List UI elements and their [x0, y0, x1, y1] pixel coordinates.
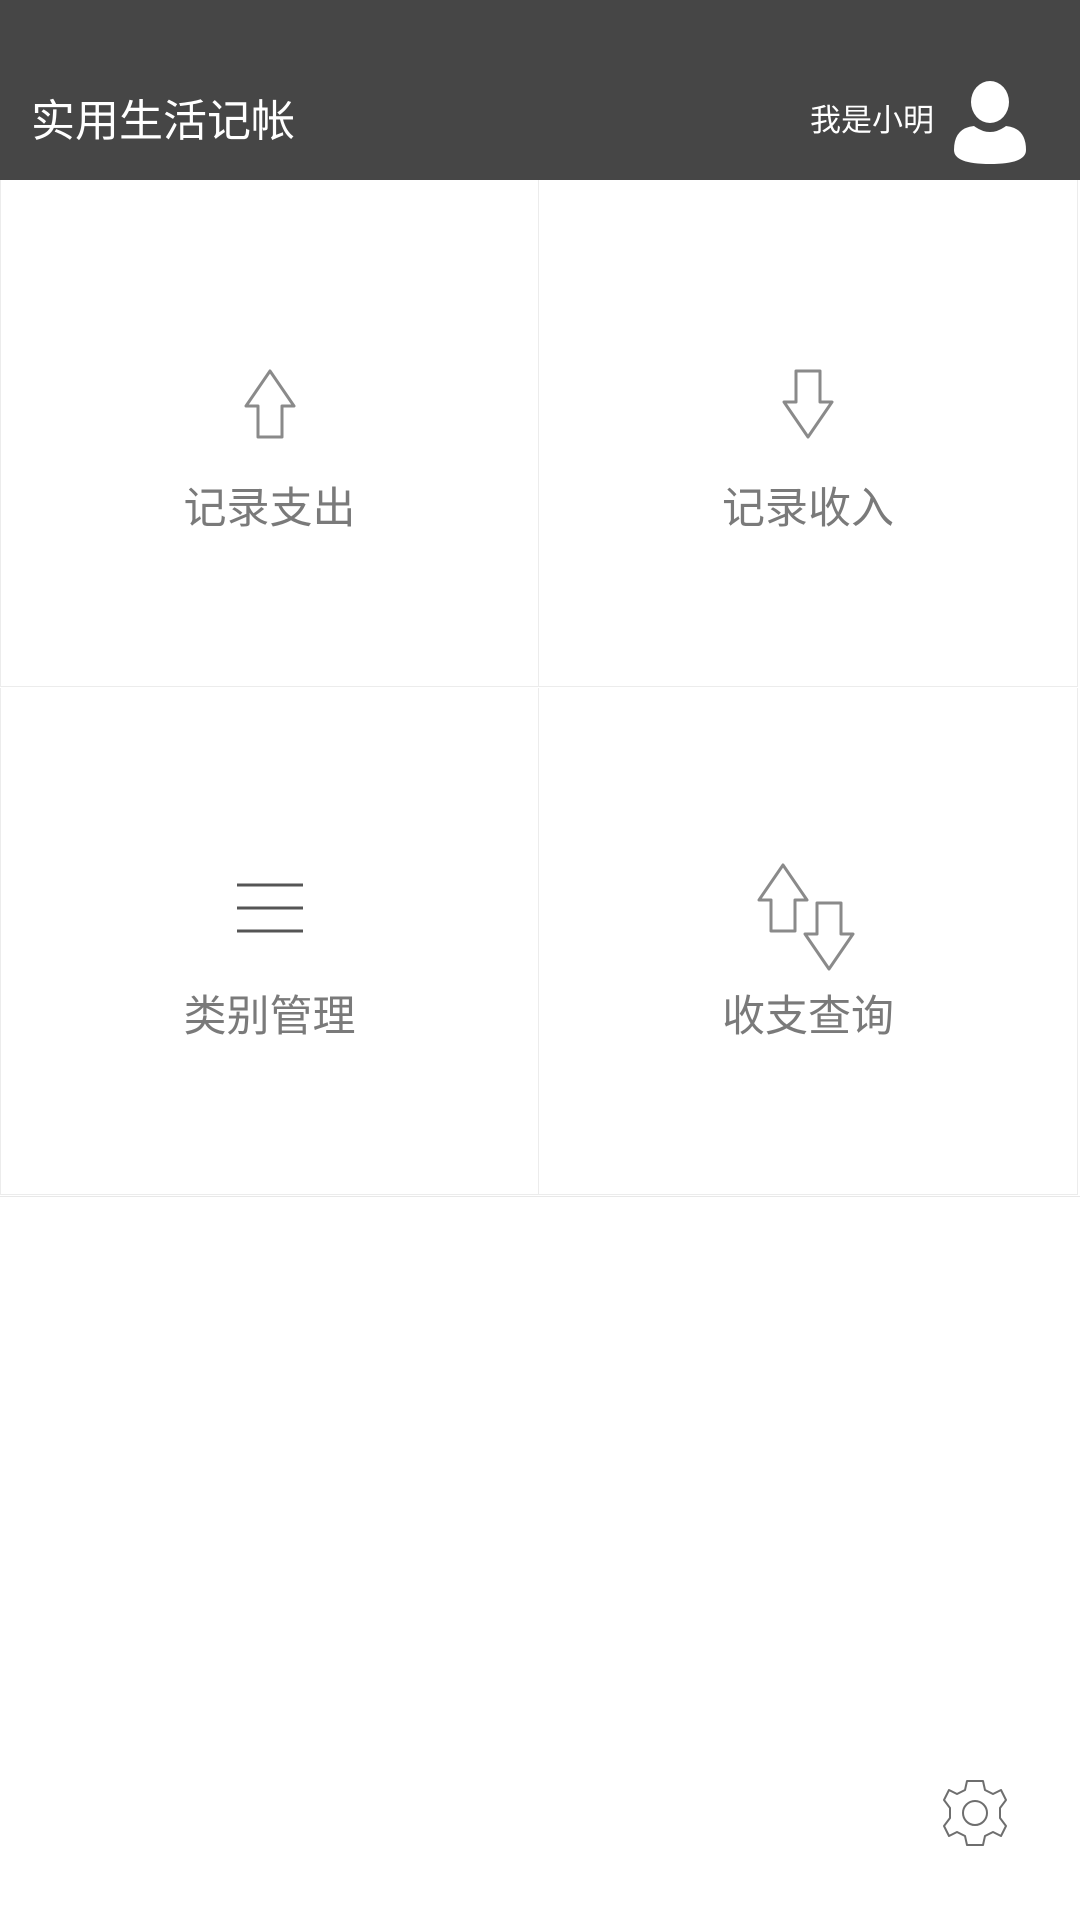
user-avatar-icon[interactable] — [950, 80, 1030, 166]
record-income-label: 记录收入 — [722, 484, 894, 534]
transaction-query-tile[interactable]: 收支查询 — [539, 688, 1078, 1195]
record-expense-label: 记录支出 — [183, 484, 356, 534]
up-down-arrows-icon — [539, 862, 1077, 976]
transaction-query-label: 收支查询 — [722, 992, 894, 1042]
arrow-down-icon — [539, 368, 1077, 444]
record-expense-tile[interactable]: 记录支出 — [0, 180, 539, 687]
app-title: 实用生活记帐 — [31, 96, 295, 147]
menu-grid: 记录支出 记录收入 类别管理 收支查询 — [0, 180, 1080, 1197]
record-income-tile[interactable]: 记录收入 — [539, 180, 1078, 687]
gear-icon[interactable] — [942, 1778, 1008, 1848]
category-manage-label: 类别管理 — [183, 992, 356, 1042]
list-icon — [1, 880, 538, 940]
arrow-up-icon — [1, 368, 538, 444]
user-name[interactable]: 我是小明 — [810, 102, 934, 140]
app-header: 实用生活记帐 我是小明 — [0, 0, 1080, 180]
category-manage-tile[interactable]: 类别管理 — [0, 688, 539, 1195]
